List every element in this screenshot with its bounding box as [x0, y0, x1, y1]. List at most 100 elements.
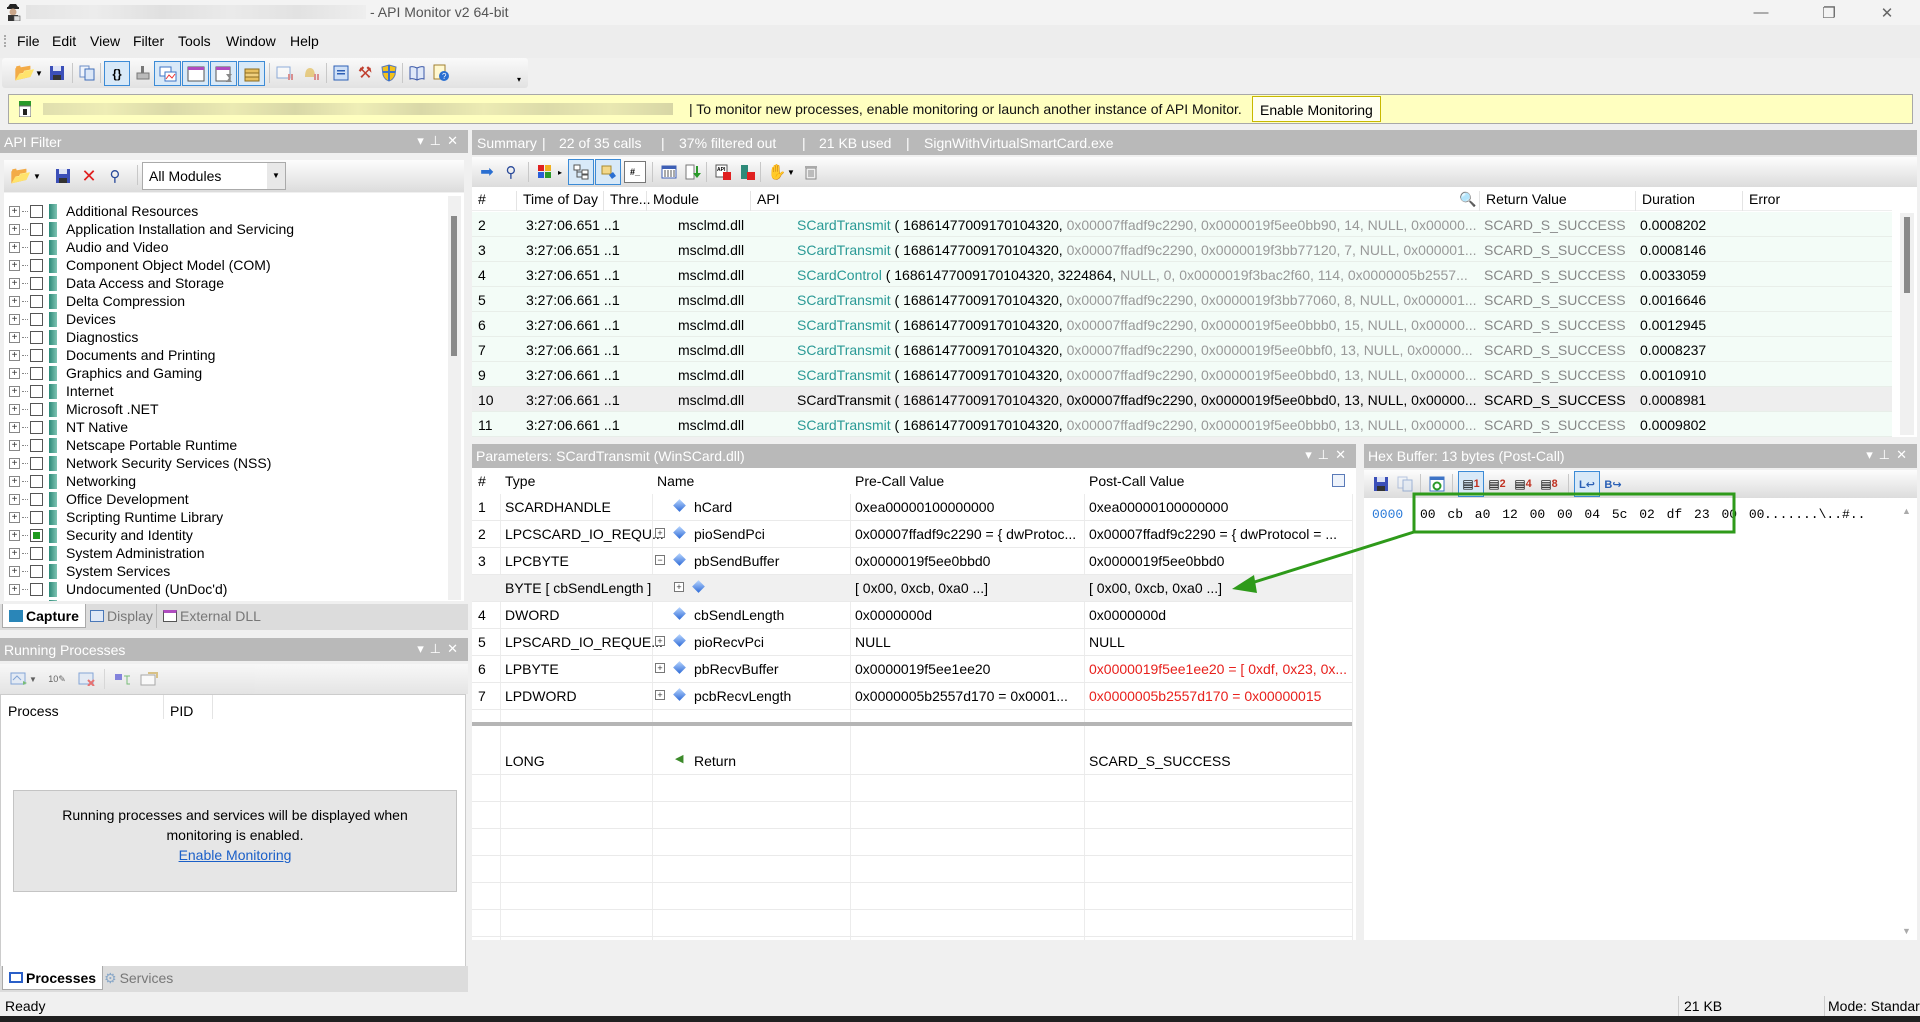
parameter-row[interactable]: 7 LPDWORD + pcbRecvLength 0x0000005b2557d170…: [472, 683, 1352, 710]
minimize-button[interactable]: —: [1738, 0, 1784, 25]
copy-icon[interactable]: [1394, 473, 1416, 495]
category-checkbox[interactable]: [30, 204, 43, 218]
category-checkbox[interactable]: [30, 582, 43, 596]
monitor-graph-icon[interactable]: [154, 61, 181, 86]
tree-item[interactable]: + Scripting Runtime Library: [4, 508, 223, 526]
expand-icon[interactable]: +: [9, 421, 20, 433]
properties-icon[interactable]: [138, 668, 160, 690]
tree-item[interactable]: + Security and Identity: [4, 526, 193, 544]
expand-icon[interactable]: +: [9, 583, 20, 595]
expand-icon[interactable]: +: [9, 385, 20, 397]
collapse-icon[interactable]: −: [655, 555, 665, 565]
tree-item[interactable]: + Network Security Services (NSS): [4, 454, 271, 472]
stack-icon[interactable]: [238, 61, 265, 86]
tree-item[interactable]: + System Administration: [4, 544, 205, 562]
chevron-down-icon[interactable]: ▼: [267, 163, 285, 189]
parameter-row[interactable]: 1 SCARDHANDLE hCard 0xea00000100000000 0xea0…: [472, 494, 1352, 521]
close-button[interactable]: ✕: [1864, 0, 1910, 25]
category-checkbox[interactable]: [30, 276, 43, 290]
expand-icon[interactable]: +: [9, 475, 20, 487]
panel-menu-icon[interactable]: ▾: [1305, 447, 1318, 462]
column-duration[interactable]: Duration: [1635, 191, 1695, 211]
menu-file[interactable]: File: [17, 33, 40, 49]
column-module[interactable]: Module: [646, 191, 699, 211]
view-1-byte-icon[interactable]: ▤ 1: [1458, 471, 1484, 497]
tree-item[interactable]: + Microsoft .NET: [4, 400, 159, 418]
call-row[interactable]: 11 3:27:06.661 ... 1 msclmd.dll SCardTransmi…: [472, 412, 1892, 437]
expand-icon[interactable]: +: [9, 241, 20, 253]
category-checkbox[interactable]: [30, 348, 43, 362]
panel-close-icon[interactable]: ✕: [447, 133, 464, 148]
expand-icon[interactable]: +: [9, 331, 20, 343]
category-checkbox[interactable]: [30, 438, 43, 452]
expand-icon[interactable]: +: [9, 313, 20, 325]
panel-menu-icon[interactable]: ▾: [417, 641, 430, 656]
column-pre-call-value[interactable]: Pre-Call Value: [855, 473, 944, 489]
api-function-name[interactable]: SCardTransmit: [797, 317, 891, 333]
tree-item[interactable]: + Data Access and Storage: [4, 274, 224, 292]
tab-display[interactable]: Display: [84, 604, 159, 628]
tree-item[interactable]: +Virtualization: [4, 598, 146, 601]
category-checkbox[interactable]: [30, 330, 43, 344]
column-name[interactable]: Name: [657, 473, 694, 489]
save-icon[interactable]: [52, 165, 74, 187]
dropdown-arrow-icon[interactable]: ▼: [32, 165, 42, 187]
export-down-icon[interactable]: [682, 161, 704, 183]
tab-external-dll[interactable]: External DLL: [156, 604, 267, 628]
category-checkbox[interactable]: [30, 492, 43, 506]
api-function-name[interactable]: SCardTransmit: [797, 342, 891, 358]
parameter-row[interactable]: 6 LPBYTE + pbRecvBuffer 0x0000019f5ee1ee20 0x…: [472, 656, 1352, 683]
column-time[interactable]: Time of Day: [516, 191, 598, 211]
column-return-value[interactable]: Return Value: [1479, 191, 1567, 211]
category-checkbox[interactable]: [30, 294, 43, 308]
column-process[interactable]: Process: [8, 703, 59, 719]
category-checkbox[interactable]: [30, 564, 43, 578]
tree-item[interactable]: + Office Development: [4, 490, 189, 508]
columns-icon[interactable]: [658, 161, 680, 183]
column-number[interactable]: #: [472, 191, 486, 211]
expand-icon[interactable]: +: [9, 529, 20, 541]
parameter-subrow[interactable]: BYTE [ cbSendLength ] + [ 0x00, 0xcb, 0xa0…: [472, 575, 1352, 602]
column-chooser-icon[interactable]: [1332, 474, 1345, 487]
api-function-name[interactable]: SCardTransmit: [797, 417, 891, 433]
api-function-name[interactable]: SCardTransmit: [797, 242, 891, 258]
expand-icon[interactable]: +: [9, 439, 20, 451]
big-endian-icon[interactable]: B↪: [1602, 473, 1624, 495]
parameter-row[interactable]: 4 DWORD cbSendLength 0x0000000d 0x0000000d: [472, 602, 1352, 629]
pin-icon[interactable]: ⊥: [430, 641, 447, 656]
tree-item[interactable]: + Additional Resources: [4, 202, 198, 220]
copy-icon[interactable]: [76, 62, 98, 84]
tree-item[interactable]: + Devices: [4, 310, 116, 328]
expand-icon[interactable]: +: [9, 493, 20, 505]
category-checkbox[interactable]: [30, 600, 43, 601]
tab-services[interactable]: ⚙ Services: [98, 966, 179, 990]
hook-icon[interactable]: [132, 62, 154, 84]
column-thread[interactable]: Thre...: [603, 191, 650, 211]
expand-icon[interactable]: +: [9, 547, 20, 559]
list-window-icon[interactable]: [330, 62, 352, 84]
window-hourglass-icon[interactable]: [210, 61, 237, 86]
parameters-splitter[interactable]: [472, 722, 1352, 726]
category-checkbox[interactable]: [30, 366, 43, 380]
call-row[interactable]: 6 3:27:06.661 ... 1 msclmd.dll SCardTransmit…: [472, 312, 1892, 337]
process-tree-icon[interactable]: [112, 668, 134, 690]
help-doc-icon[interactable]: ?: [430, 62, 452, 84]
expand-icon[interactable]: +: [9, 349, 20, 361]
tab-capture[interactable]: Capture: [2, 604, 86, 628]
chevron-right-icon[interactable]: ▸: [556, 161, 564, 183]
remove-module-icon[interactable]: [736, 161, 758, 183]
return-row[interactable]: LONG ◀ Return SCARD_S_SUCCESS: [472, 748, 1352, 775]
call-row[interactable]: 7 3:27:06.661 ... 1 msclmd.dll SCardTransmit…: [472, 337, 1892, 362]
hex-ascii[interactable]: .......\..#..: [1764, 507, 1865, 522]
category-checkbox[interactable]: [30, 510, 43, 524]
column-post-call-value[interactable]: Post-Call Value: [1089, 473, 1184, 489]
expand-icon[interactable]: +: [655, 636, 665, 646]
view-4-byte-icon[interactable]: ▤ 4: [1512, 473, 1534, 495]
expand-icon[interactable]: +: [9, 277, 20, 289]
parameter-row[interactable]: 5 LPSCARD_IO_REQUE... + pioRecvPci NULL NULL: [472, 629, 1352, 656]
api-function-name[interactable]: SCardTransmit: [797, 367, 891, 383]
expand-icon[interactable]: +: [674, 582, 684, 592]
dropdown-arrow-icon[interactable]: ▼: [28, 668, 38, 690]
dropdown-arrow-icon[interactable]: ▼: [786, 161, 796, 183]
menu-tools[interactable]: Tools: [178, 33, 211, 49]
